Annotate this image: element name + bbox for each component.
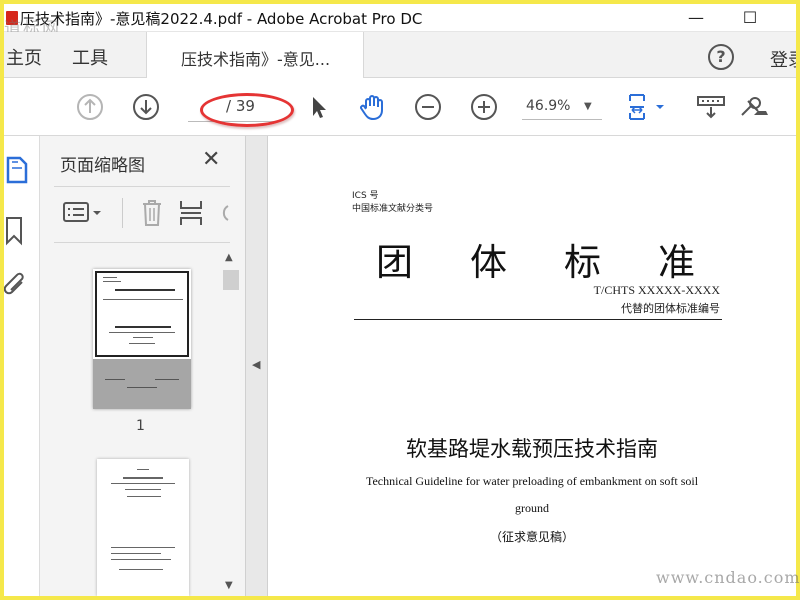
arrow-up-circle-icon[interactable]: [76, 93, 104, 121]
thumbnail-panel: 页面缩略图 ✕ 1 ▲ ▼: [40, 136, 246, 596]
header-rule: [354, 319, 722, 320]
title-bar: 压技术指南》-意见稿2022.4.pdf - Adobe Acrobat Pro…: [4, 4, 796, 39]
header-char-2: 体: [470, 241, 507, 284]
acrobat-window: 压技术指南》-意见稿2022.4.pdf - Adobe Acrobat Pro…: [4, 4, 796, 596]
maximize-button[interactable]: ☐: [730, 6, 770, 30]
panel-splitter[interactable]: ◀: [246, 136, 268, 596]
document-title-cn: 软基路堤水载预压技术指南: [406, 437, 658, 461]
zoom-value: 46.9%: [526, 98, 571, 114]
zoom-in-icon[interactable]: [470, 93, 498, 121]
scroll-down-icon[interactable]: ▼: [225, 580, 233, 591]
header-char-3: 标: [564, 241, 601, 284]
annotation-ellipse: [200, 93, 294, 127]
document-page: ICS 号 中国标准文献分类号 团 体 标 准 T/CHTS XXXXX-XXX…: [268, 136, 796, 596]
bookmark-icon[interactable]: [4, 216, 24, 246]
window-title: 压技术指南》-意见稿2022.4.pdf - Adobe Acrobat Pro…: [20, 10, 423, 28]
document-title-en-2: ground: [515, 501, 549, 515]
hand-icon[interactable]: [358, 93, 386, 121]
scroll-thumb[interactable]: [223, 270, 239, 290]
thumbnail-footer: [93, 359, 191, 409]
thumbnail-scrollbar[interactable]: ▲ ▼: [222, 248, 240, 596]
chevron-down-icon: ▼: [584, 101, 592, 112]
tab-tools[interactable]: 工具: [72, 44, 108, 70]
ics-number: ICS 号: [352, 191, 379, 201]
scroll-mode-icon[interactable]: [696, 93, 726, 121]
close-icon[interactable]: ✕: [202, 147, 220, 172]
rotate-icon[interactable]: [216, 198, 230, 228]
tab-home[interactable]: 主页: [6, 44, 42, 70]
tools-divider: [122, 198, 123, 228]
replaces-note: 代替的团体标准编号: [621, 302, 720, 315]
page-fit-icon[interactable]: [626, 93, 670, 121]
arrow-down-circle-icon[interactable]: [132, 93, 160, 121]
sign-icon[interactable]: [738, 93, 772, 121]
collapse-panel-icon[interactable]: ◀: [252, 358, 260, 371]
panel-title: 页面缩略图: [60, 156, 145, 176]
thumbnail-selection: [95, 271, 189, 357]
panel-tools: [54, 190, 244, 236]
thumbnail-label: 1: [136, 418, 145, 434]
standard-code: T/CHTS XXXXX-XXXX: [593, 283, 720, 297]
page-thumbnail-1[interactable]: [93, 269, 191, 409]
page-thumbnail-2[interactable]: [97, 459, 189, 596]
attachment-icon[interactable]: [4, 272, 28, 302]
tab-document-label: 压技术指南》-意见...: [181, 50, 331, 69]
classification-number: 中国标准文献分类号: [352, 204, 434, 214]
watermark-bottom: www.cndao.com: [656, 568, 800, 587]
header-char-4: 准: [658, 241, 695, 284]
zoom-dropdown[interactable]: 46.9% ▼: [522, 92, 602, 120]
login-button[interactable]: 登录: [770, 46, 796, 72]
trash-icon[interactable]: [140, 198, 164, 228]
left-rail: [4, 136, 40, 596]
minimize-button[interactable]: —: [676, 6, 716, 30]
toolbar: / 39 46.9% ▼: [4, 78, 796, 136]
header-char-1: 团: [376, 241, 413, 284]
panel-divider-2: [54, 242, 230, 243]
help-icon[interactable]: ?: [708, 44, 734, 70]
scroll-up-icon[interactable]: ▲: [225, 252, 233, 263]
page-thumbnails-icon[interactable]: [6, 156, 30, 184]
tab-bar: 主页 工具 压技术指南》-意见... ? 登录: [4, 32, 796, 78]
insert-page-icon[interactable]: [178, 198, 204, 228]
tab-document[interactable]: 压技术指南》-意见...: [146, 32, 364, 78]
options-icon[interactable]: [62, 200, 104, 226]
draft-note: （征求意见稿）: [489, 530, 574, 544]
zoom-out-icon[interactable]: [414, 93, 442, 121]
pointer-icon[interactable]: [304, 93, 332, 121]
document-title-en-1: Technical Guideline for water preloading…: [365, 474, 699, 488]
panel-divider: [54, 186, 230, 187]
